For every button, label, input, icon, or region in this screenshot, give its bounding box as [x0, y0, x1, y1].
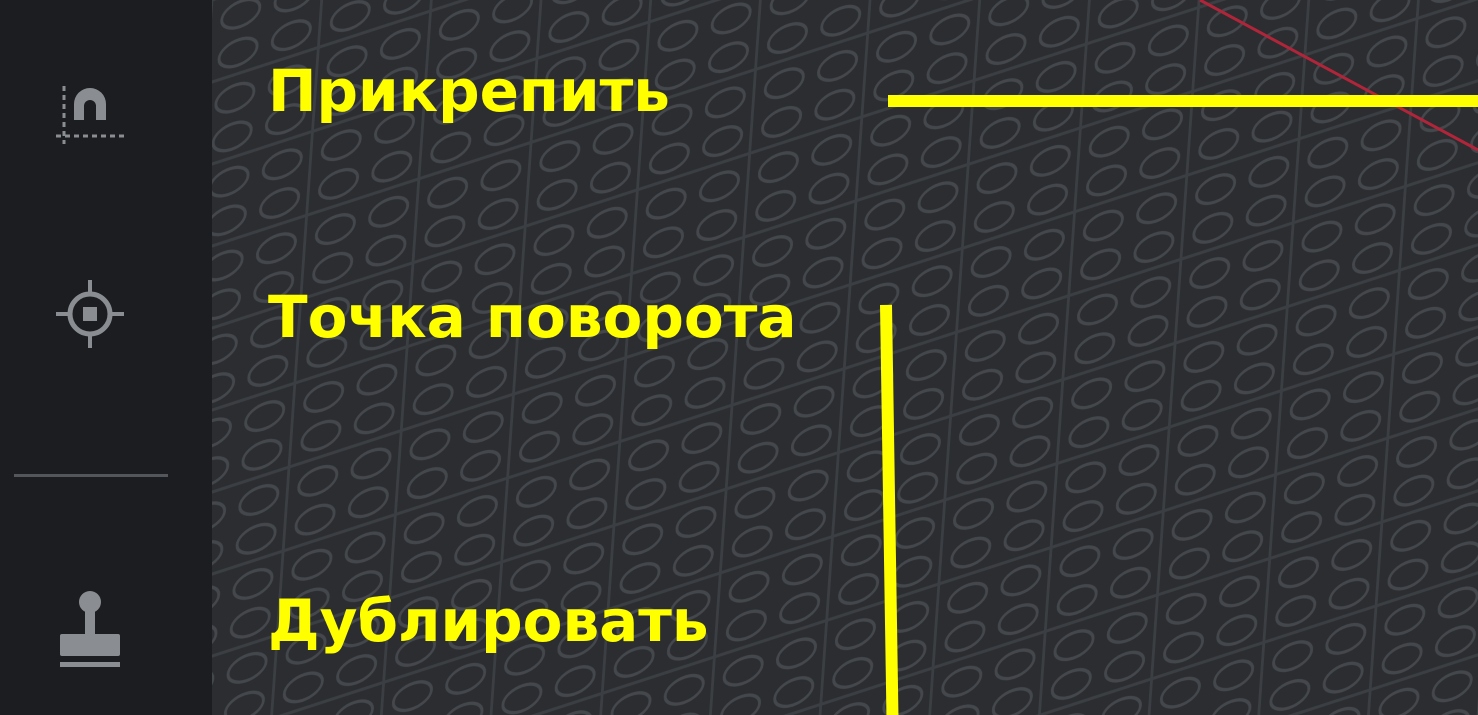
pivot-target-icon [56, 280, 124, 348]
duplicate-annotation-label: Дублировать [268, 587, 709, 655]
stamp-icon [60, 591, 120, 667]
left-toolbar [0, 0, 212, 715]
snap-annotation-label: Прикрепить [268, 57, 670, 125]
editor-window: Прикрепить Точка поворота Дублировать [0, 0, 1478, 715]
pivot-button[interactable] [40, 264, 140, 364]
snap-callout-line [888, 95, 1478, 107]
pivot-annotation-label: Точка поворота [268, 283, 797, 351]
toolbar-divider [14, 474, 168, 477]
duplicate-button[interactable] [40, 580, 140, 680]
snap-button[interactable] [40, 64, 140, 164]
magnet-snap-icon [56, 86, 126, 144]
